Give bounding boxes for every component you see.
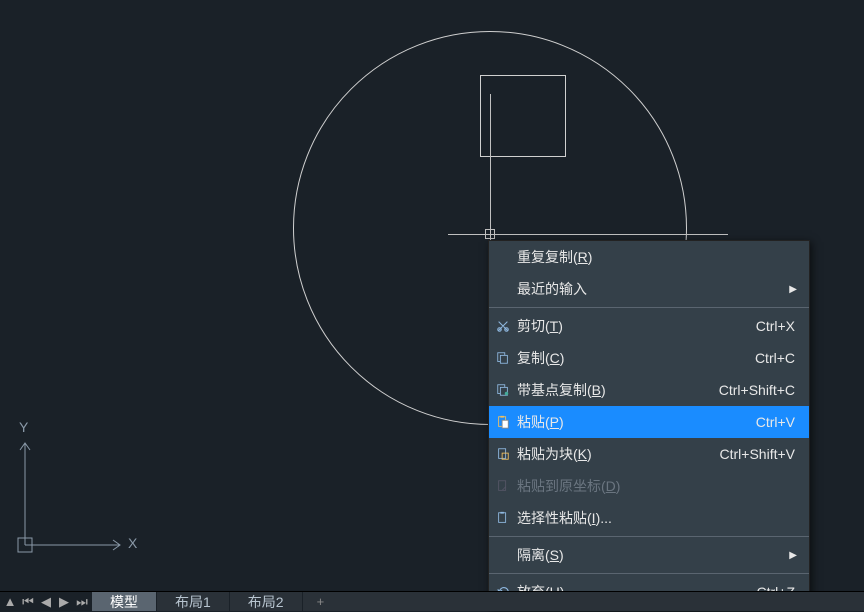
menu-shortcut: Ctrl+Shift+C bbox=[719, 382, 799, 398]
copy-base-icon bbox=[489, 383, 517, 397]
menu-separator bbox=[489, 573, 809, 574]
menu-copy-with-base[interactable]: 带基点复制(B) Ctrl+Shift+C bbox=[489, 374, 809, 406]
menu-label: 带基点复制(B) bbox=[517, 380, 719, 400]
menu-label: 复制(C) bbox=[517, 348, 755, 368]
copy-icon bbox=[489, 351, 517, 365]
tab-last-icon[interactable]: ⏭ bbox=[76, 593, 88, 611]
menu-label: 粘贴为块(K) bbox=[517, 444, 720, 464]
menu-label: 粘贴到原坐标(D) bbox=[517, 476, 799, 496]
layout-tabs-bar: ▲ ⏮ ◀ ▶ ⏭ 模型 布局1 布局2 + bbox=[0, 591, 864, 611]
menu-label: 重复复制(R) bbox=[517, 247, 799, 267]
paste-icon bbox=[489, 415, 517, 429]
menu-shortcut: Ctrl+X bbox=[756, 318, 799, 334]
menu-repeat-copy[interactable]: 重复复制(R) bbox=[489, 241, 809, 273]
menu-shortcut: Ctrl+V bbox=[756, 414, 799, 430]
submenu-arrow-icon: ▶ bbox=[789, 550, 799, 561]
tab-model[interactable]: 模型 bbox=[92, 592, 157, 611]
cursor-pickbox bbox=[485, 229, 495, 239]
menu-separator bbox=[489, 536, 809, 537]
menu-separator bbox=[489, 307, 809, 308]
paste-orig-icon bbox=[489, 479, 517, 493]
tab-next-icon[interactable]: ▶ bbox=[58, 593, 70, 611]
menu-recent-input[interactable]: 最近的输入 ▶ bbox=[489, 273, 809, 305]
menu-paste-special[interactable]: 选择性粘贴(I)... bbox=[489, 502, 809, 534]
tab-layout2[interactable]: 布局2 bbox=[230, 592, 303, 611]
menu-cut[interactable]: 剪切(T) Ctrl+X bbox=[489, 310, 809, 342]
menu-paste-original-coords: 粘贴到原坐标(D) bbox=[489, 470, 809, 502]
menu-label: 选择性粘贴(I)... bbox=[517, 508, 799, 528]
menu-paste-as-block[interactable]: 粘贴为块(K) Ctrl+Shift+V bbox=[489, 438, 809, 470]
tab-first-icon[interactable]: ⏮ bbox=[22, 593, 34, 611]
menu-isolate[interactable]: 隔离(S) ▶ bbox=[489, 539, 809, 571]
tab-prev-icon[interactable]: ◀ bbox=[40, 593, 52, 611]
menu-label: 剪切(T) bbox=[517, 316, 756, 336]
context-menu: 重复复制(R) 最近的输入 ▶ 剪切(T) Ctrl+X 复制(C) Ctrl+… bbox=[488, 240, 810, 609]
submenu-arrow-icon: ▶ bbox=[789, 284, 799, 295]
tab-nav-controls: ▲ ⏮ ◀ ▶ ⏭ bbox=[0, 592, 92, 611]
menu-shortcut: Ctrl+C bbox=[755, 350, 799, 366]
menu-label: 隔离(S) bbox=[517, 545, 789, 565]
menu-copy[interactable]: 复制(C) Ctrl+C bbox=[489, 342, 809, 374]
paste-special-icon bbox=[489, 511, 517, 525]
cut-icon bbox=[489, 319, 517, 333]
ucs-indicator: Y X bbox=[15, 425, 135, 555]
paste-block-icon bbox=[489, 447, 517, 461]
menu-label: 粘贴(P) bbox=[517, 412, 756, 432]
menu-label: 最近的输入 bbox=[517, 279, 789, 299]
menu-shortcut: Ctrl+Shift+V bbox=[720, 446, 799, 462]
tab-layout1[interactable]: 布局1 bbox=[157, 592, 230, 611]
tab-add-button[interactable]: + bbox=[303, 592, 339, 611]
ucs-y-label: Y bbox=[19, 419, 28, 435]
ucs-x-label: X bbox=[128, 535, 137, 551]
tab-menu-icon[interactable]: ▲ bbox=[4, 593, 16, 611]
drawing-rectangle[interactable] bbox=[480, 75, 566, 157]
menu-paste[interactable]: 粘贴(P) Ctrl+V bbox=[489, 406, 809, 438]
